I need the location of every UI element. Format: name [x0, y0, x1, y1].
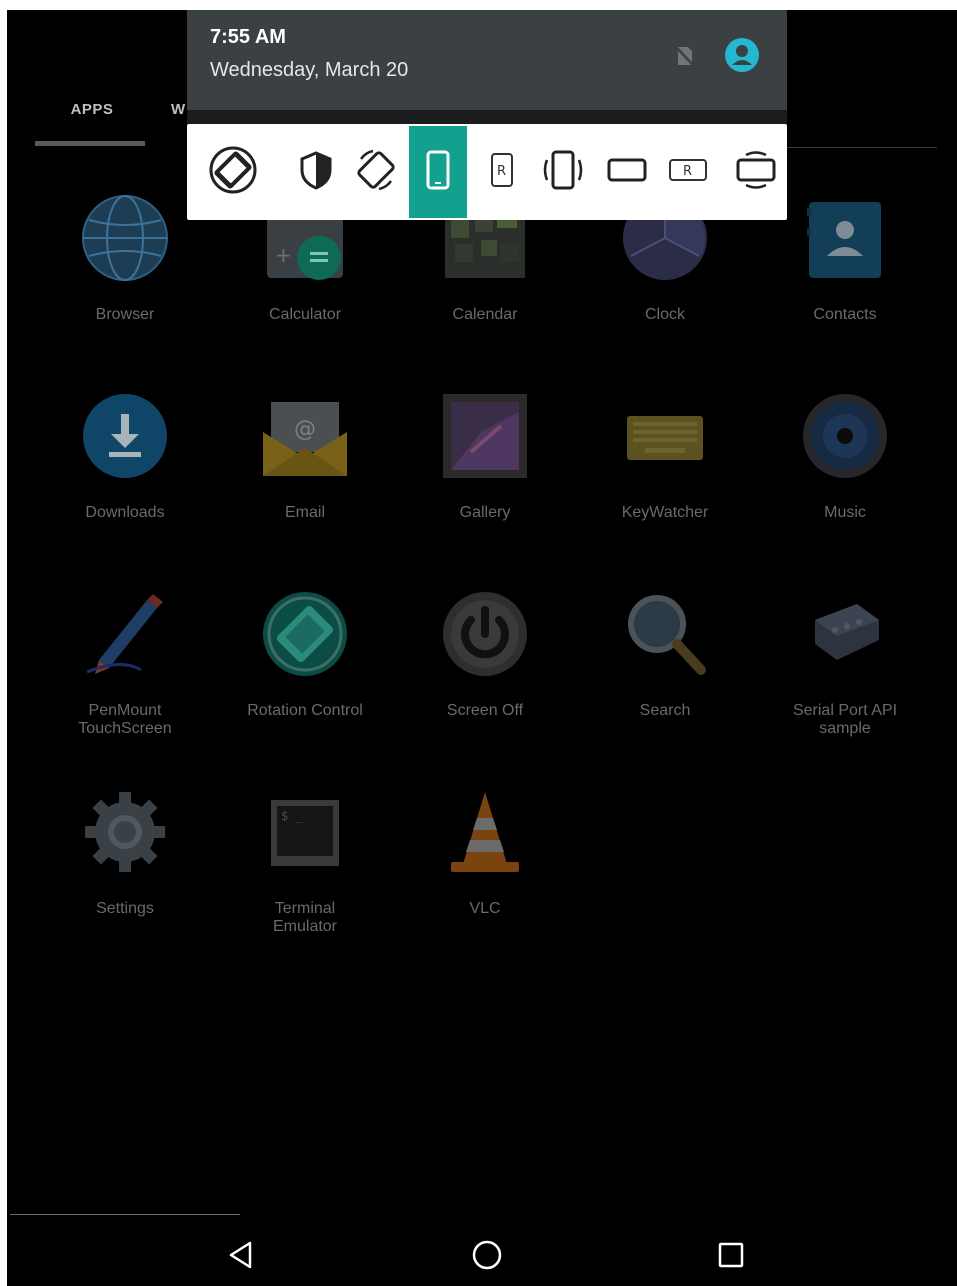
recents-icon [717, 1241, 745, 1274]
rotation-option-lock[interactable] [287, 126, 345, 218]
app-clock[interactable]: Clock [575, 194, 755, 384]
app-rotation-control[interactable]: Rotation Control [215, 590, 395, 780]
app-penmount[interactable]: PenMount TouchScreen [35, 590, 215, 780]
speaker-icon [801, 392, 889, 480]
terminal-icon: $ _ [261, 788, 349, 876]
rotation-mode-panel: R R [187, 124, 787, 220]
rotation-control-icon [261, 590, 349, 678]
status-date: Wednesday, March 20 [210, 59, 409, 81]
app-downloads[interactable]: Downloads [35, 392, 215, 582]
downloads-icon [81, 392, 169, 480]
svg-text:R: R [497, 164, 506, 179]
gallery-icon [441, 392, 529, 480]
tab-indicator [35, 141, 145, 146]
sensor-portrait-icon [541, 150, 585, 195]
reverse-landscape-icon: R [668, 157, 708, 188]
app-music[interactable]: Music [755, 392, 935, 582]
rotation-option-landscape[interactable] [598, 126, 656, 218]
app-label: Terminal Emulator [272, 900, 338, 935]
app-label: Calendar [452, 306, 518, 323]
app-label: Browser [95, 306, 155, 323]
contacts-icon [801, 194, 889, 282]
reverse-portrait-icon: R [490, 152, 514, 193]
rotation-option-sensor-landscape[interactable] [727, 126, 785, 218]
app-label: Contacts [813, 306, 877, 323]
serial-connector-icon [801, 590, 889, 678]
app-label: Screen Off [446, 702, 524, 719]
rotation-option-auto[interactable] [204, 126, 262, 218]
sensor-landscape-icon [736, 148, 776, 197]
back-icon [227, 1240, 257, 1275]
app-email[interactable]: @ Email [215, 392, 395, 582]
app-calculator[interactable]: + Calculator [215, 194, 395, 384]
app-label: Email [284, 504, 325, 521]
power-icon [441, 590, 529, 678]
no-sim-icon [676, 45, 694, 67]
status-time: 7:55 AM [210, 26, 286, 48]
app-contacts[interactable]: Contacts [755, 194, 935, 384]
app-label: Calculator [268, 306, 342, 323]
nav-back-button[interactable] [212, 1234, 272, 1280]
app-browser[interactable]: Browser [35, 194, 215, 384]
landscape-icon [607, 157, 647, 188]
browser-icon [81, 194, 169, 282]
rotation-option-reverse-portrait[interactable]: R [473, 126, 531, 218]
rotation-option-portrait[interactable] [409, 126, 467, 218]
android-screen: APPS W Browser + Calculator Calendar Clo… [7, 10, 957, 1286]
app-label: PenMount TouchScreen [78, 702, 172, 737]
app-settings[interactable]: Settings [35, 788, 215, 978]
shield-icon [299, 150, 333, 195]
app-label: Search [639, 702, 691, 719]
app-calendar[interactable]: Calendar [395, 194, 575, 384]
nav-home-button[interactable] [457, 1234, 517, 1280]
svg-text:R: R [683, 164, 692, 179]
app-vlc[interactable]: VLC [395, 788, 575, 978]
rotation-option-rotate[interactable] [347, 126, 405, 218]
app-keywatcher[interactable]: KeyWatcher [575, 392, 755, 582]
app-label: Rotation Control [247, 702, 363, 719]
app-label: Downloads [85, 504, 165, 521]
tab-divider [787, 147, 937, 148]
gear-icon [81, 788, 169, 876]
user-profile-icon[interactable] [724, 37, 760, 73]
nav-recents-button[interactable] [701, 1234, 761, 1280]
tab-apps[interactable]: APPS [37, 94, 147, 124]
svg-text:$ _: $ _ [281, 809, 303, 823]
pen-icon [81, 590, 169, 678]
app-terminal[interactable]: $ _ Terminal Emulator [215, 788, 395, 978]
email-icon: @ [261, 392, 349, 480]
app-label: Clock [644, 306, 685, 323]
keyboard-icon [621, 392, 709, 480]
notification-header-shadow [187, 110, 787, 124]
app-gallery[interactable]: Gallery [395, 392, 575, 582]
svg-text:+: + [275, 243, 292, 267]
app-screen-off[interactable]: Screen Off [395, 590, 575, 780]
app-label: Music [824, 504, 866, 521]
rotation-option-sensor-portrait[interactable] [534, 126, 592, 218]
bottom-divider [10, 1214, 240, 1215]
app-label: VLC [469, 900, 501, 917]
app-label: KeyWatcher [621, 504, 709, 521]
auto-rotate-icon [207, 144, 259, 201]
app-label: Settings [96, 900, 154, 917]
app-label: Serial Port API sample [792, 702, 898, 737]
app-serial-port[interactable]: Serial Port API sample [755, 590, 935, 780]
app-label: Gallery [459, 504, 511, 521]
traffic-cone-icon [441, 788, 529, 876]
notification-header: 7:55 AM Wednesday, March 20 [187, 10, 787, 110]
magnifier-icon [621, 590, 709, 678]
portrait-icon [426, 150, 450, 195]
rotate-icon [353, 147, 399, 198]
svg-text:@: @ [294, 417, 316, 442]
home-icon [471, 1239, 503, 1276]
rotation-option-reverse-landscape[interactable]: R [659, 126, 717, 218]
app-search[interactable]: Search [575, 590, 755, 780]
